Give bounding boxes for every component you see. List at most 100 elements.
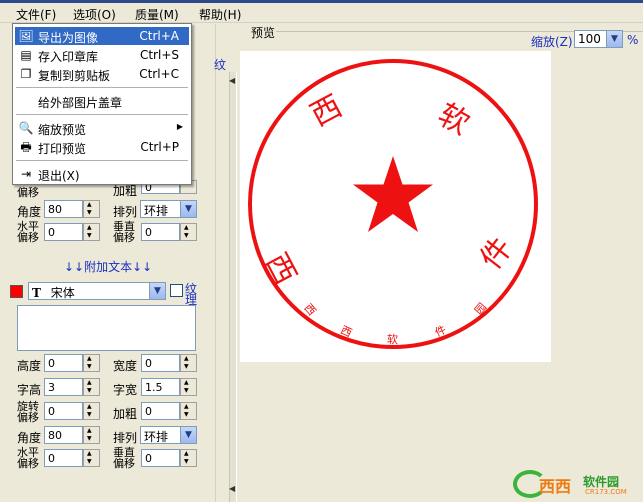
- hoffset-stepper[interactable]: ▲ ▼: [83, 223, 100, 241]
- save-library-icon: ▤: [20, 48, 32, 62]
- angle2-label: 角度: [17, 431, 42, 445]
- menu-item-label: 缩放预览: [38, 123, 87, 137]
- seal-char-top-1: 西: [305, 89, 348, 134]
- angle-label: 角度: [17, 205, 42, 219]
- menu-item-print-preview[interactable]: 🖶 打印预览 Ctrl+P: [15, 138, 189, 156]
- zoom-preview-icon: 🔍: [18, 121, 34, 135]
- hoffset2-label-2: 偏移: [17, 457, 39, 470]
- rotate-field[interactable]: 0: [44, 402, 83, 420]
- hoffset2-stepper[interactable]: ▲ ▼: [83, 449, 100, 467]
- width-field[interactable]: 0: [141, 354, 180, 372]
- hoffset2-field[interactable]: 0: [44, 449, 83, 467]
- menu-item-label: 存入印章库: [38, 50, 99, 64]
- seal-star: [353, 156, 433, 232]
- width-label: 宽度: [113, 359, 138, 373]
- menu-item-exit[interactable]: ⇥ 退出(X): [15, 165, 189, 183]
- char-width-stepper[interactable]: ▲ ▼: [180, 378, 197, 396]
- logo-brand-first: 西西: [539, 477, 572, 496]
- angle-stepper[interactable]: ▲ ▼: [83, 200, 100, 218]
- arrange2-select[interactable]: 环排 ▼: [140, 426, 197, 444]
- menu-item-shortcut: Ctrl+P: [140, 140, 179, 154]
- seal-char-top-2: 软: [432, 97, 475, 142]
- seal-char-bottom-1: 西: [258, 248, 303, 291]
- font-value: 宋体: [50, 286, 75, 300]
- seal-small-char-5: 园: [472, 301, 489, 318]
- hoffset-field[interactable]: 0: [44, 223, 83, 241]
- arrange-value: 环排: [144, 204, 169, 218]
- additional-text-title: ↓↓附加文本↓↓: [64, 260, 153, 274]
- menu-item-export-image[interactable]: 🖼 导出为图像 Ctrl+A: [15, 27, 189, 45]
- chevron-down-icon[interactable]: ▼: [606, 31, 622, 47]
- voffset-field[interactable]: 0: [141, 223, 180, 241]
- menu-item-copy-clipboard[interactable]: ❐ 复制到剪贴板 Ctrl+C: [15, 65, 189, 83]
- seal-char-bottom-2: 件: [474, 231, 520, 276]
- angle2-stepper[interactable]: ▲ ▼: [83, 426, 100, 444]
- hoffset-label-2: 偏移: [17, 231, 39, 244]
- menu-item-stamp-external[interactable]: 给外部图片盖章: [15, 92, 189, 110]
- panel-splitter[interactable]: ◀ ◀: [229, 72, 237, 502]
- char-height-stepper[interactable]: ▲ ▼: [83, 378, 100, 396]
- submenu-arrow-icon: ▶: [176, 122, 183, 131]
- chevron-down-icon[interactable]: ▼: [149, 283, 165, 299]
- zoom-unit: %: [627, 33, 639, 47]
- arrange-select[interactable]: 环排 ▼: [140, 200, 197, 218]
- menu-file[interactable]: 文件(F): [14, 6, 58, 23]
- menu-quality[interactable]: 质量(M): [133, 6, 181, 23]
- menu-separator: [16, 160, 188, 161]
- zoom-value: 100: [578, 32, 601, 46]
- color-swatch[interactable]: [10, 285, 23, 298]
- seal-graphic: 西 软 西 件 西 西 软 件 园: [248, 59, 538, 349]
- height-field[interactable]: 0: [44, 354, 83, 372]
- menu-help[interactable]: 帮助(H): [197, 6, 243, 23]
- menu-item-label: 给外部图片盖章: [38, 96, 123, 110]
- char-width-field[interactable]: 1.5: [141, 378, 180, 396]
- voffset2-label-2: 偏移: [113, 457, 135, 470]
- texture-checkbox[interactable]: [170, 284, 183, 297]
- voffset-stepper[interactable]: ▲ ▼: [180, 223, 197, 241]
- rotate-stepper[interactable]: ▲ ▼: [83, 402, 100, 420]
- char-height-label: 字高: [17, 383, 42, 397]
- menu-item-zoom-preview[interactable]: 🔍 缩放预览 ▶: [15, 119, 189, 137]
- menu-item-label: 打印预览: [38, 142, 87, 156]
- menu-options[interactable]: 选项(O): [71, 6, 118, 23]
- char-height-field[interactable]: 3: [44, 378, 83, 396]
- panel-scrollbar[interactable]: [215, 24, 229, 502]
- collapse-left-icon-bottom[interactable]: ◀: [229, 484, 235, 493]
- angle-field[interactable]: 80: [44, 200, 83, 218]
- texture-label-partial: 纹: [214, 58, 227, 72]
- logo-url: CR173.COM: [585, 488, 627, 496]
- menu-item-save-library[interactable]: ▤ 存入印章库 Ctrl+S: [15, 46, 189, 64]
- menu-item-label: 退出(X): [38, 169, 80, 183]
- char-width-label: 字宽: [113, 383, 138, 397]
- zoom-select[interactable]: 100 ▼: [574, 30, 623, 48]
- print-preview-icon: 🖶: [20, 140, 32, 154]
- menu-item-label: 复制到剪贴板: [38, 69, 111, 83]
- collapse-left-icon[interactable]: ◀: [229, 76, 235, 85]
- seal-small-char-3: 软: [387, 332, 398, 346]
- menu-item-shortcut: Ctrl+S: [139, 48, 179, 62]
- angle2-field[interactable]: 80: [44, 426, 83, 444]
- height-stepper[interactable]: ▲ ▼: [83, 354, 100, 372]
- additional-text-input[interactable]: [17, 305, 196, 351]
- menu-item-shortcut: Ctrl+C: [139, 67, 179, 81]
- menu-separator: [16, 87, 188, 88]
- truetype-icon: T: [32, 286, 41, 300]
- font-select[interactable]: T 宋体 ▼: [28, 282, 166, 300]
- zoom-label: 缩放(Z): [531, 35, 573, 49]
- file-menu: 🖼 导出为图像 Ctrl+A ▤ 存入印章库 Ctrl+S ❐ 复制到剪贴板 C…: [12, 23, 192, 185]
- bold2-field[interactable]: 0: [141, 402, 180, 420]
- bold2-label: 加粗: [113, 407, 138, 421]
- menu-bar: 文件(F) 选项(O) 质量(M) 帮助(H): [0, 3, 643, 23]
- voffset2-field[interactable]: 0: [141, 449, 180, 467]
- voffset2-stepper[interactable]: ▲ ▼: [180, 449, 197, 467]
- menu-separator: [16, 114, 188, 115]
- bold2-stepper[interactable]: ▲ ▼: [180, 402, 197, 420]
- width-stepper[interactable]: ▲ ▼: [180, 354, 197, 372]
- chevron-down-icon[interactable]: ▼: [180, 201, 196, 217]
- rotate-label-2: 偏移: [17, 411, 39, 424]
- preview-label: 预览: [251, 26, 276, 40]
- chevron-down-icon[interactable]: ▼: [180, 427, 196, 443]
- height-label: 高度: [17, 359, 42, 373]
- offset-label: 偏移: [17, 186, 39, 199]
- copy-icon: ❐: [20, 67, 32, 81]
